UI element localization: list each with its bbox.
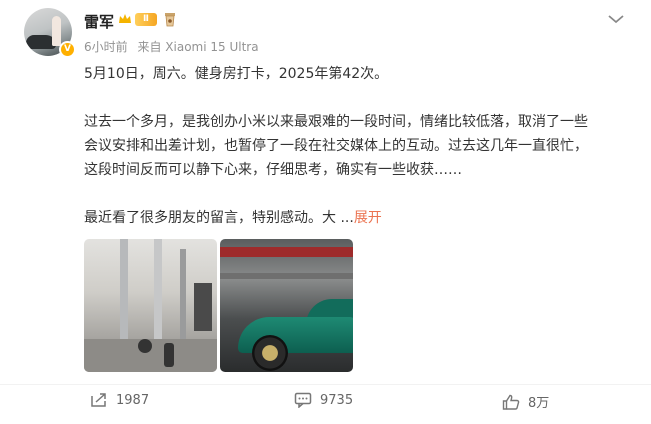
cup-icon (165, 13, 175, 27)
post-line-3: 会议安排和出差计划，也暂停了一段在社交媒体上的互动。过去这几年一直很忙， (84, 138, 588, 154)
level-badge[interactable]: Ⅱ (135, 13, 157, 26)
comment-button[interactable]: 9735 (294, 392, 353, 408)
post-line-1: 5月10日，周六。健身房打卡，2025年第42次。 (84, 66, 389, 82)
photo-gym[interactable] (84, 239, 217, 372)
photo-car[interactable] (220, 239, 353, 372)
like-count: 8万 (528, 396, 550, 411)
post-source: 来自 Xiaomi 15 Ultra (137, 40, 259, 54)
divider (0, 384, 651, 385)
like-button[interactable]: 8万 (502, 392, 549, 411)
post-line-2: 过去一个多月，是我创办小米以来最艰难的一段时间，情绪比较低落，取消了一些 (84, 114, 588, 130)
repost-count: 1987 (116, 392, 150, 408)
crown-icon (119, 14, 131, 23)
repost-icon (91, 393, 106, 407)
more-icon[interactable] (606, 12, 626, 26)
post-time[interactable]: 6小时前 (84, 40, 128, 54)
comment-icon (294, 392, 312, 408)
user-name[interactable]: 雷军 (84, 11, 114, 32)
post-line-4: 这段时间反而可以静下心来，仔细思考，确实有一些收获…… (84, 162, 462, 178)
comment-count: 9735 (320, 392, 354, 408)
expand-link[interactable]: 展开 (354, 210, 382, 226)
post-line-5: 最近看了很多朋友的留言，特别感动。大 ...展开 (84, 206, 382, 230)
verified-badge: V (59, 41, 76, 58)
like-icon (502, 394, 520, 410)
post-line-5-text: 最近看了很多朋友的留言，特别感动。大 ... (84, 210, 354, 226)
repost-button[interactable]: 1987 (90, 392, 149, 408)
post-meta: 6小时前 来自 Xiaomi 15 Ultra (84, 38, 259, 55)
